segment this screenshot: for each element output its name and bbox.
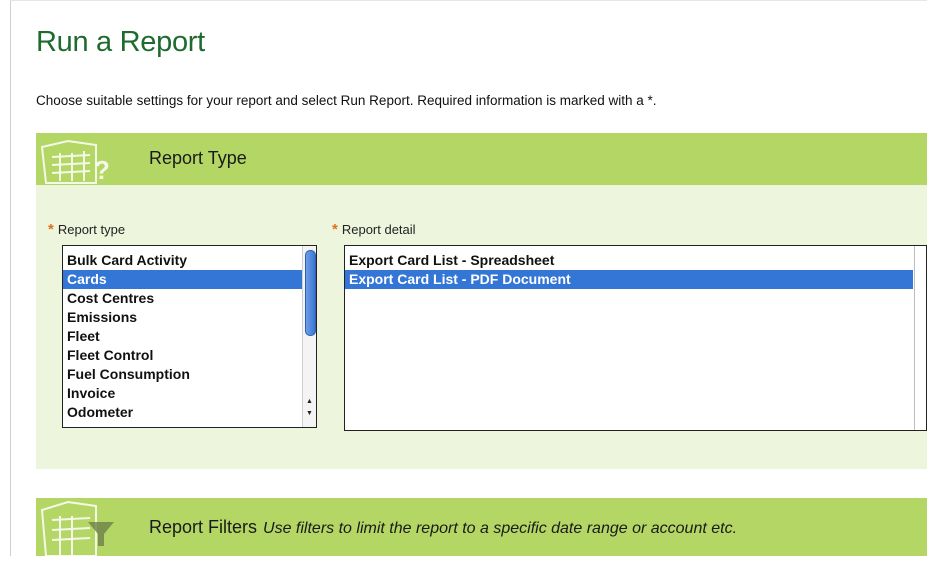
required-marker: * — [48, 221, 54, 238]
report-type-scrollbar[interactable]: ▲ ▼ — [302, 246, 316, 427]
list-option[interactable]: Emissions — [63, 308, 316, 327]
report-detail-options: Export Card List - Spreadsheet Export Car… — [345, 251, 913, 289]
required-marker: * — [332, 221, 338, 238]
report-type-header: ? Report Type — [36, 133, 927, 185]
report-type-heading: Report Type — [149, 148, 247, 168]
scroll-up-arrow-icon[interactable]: ▲ — [303, 396, 316, 407]
spreadsheet-question-icon: ? — [38, 139, 116, 185]
report-filters-heading: Report Filters — [149, 517, 258, 537]
report-filters-header: Report Filters Use filters to limit the r… — [36, 498, 927, 557]
list-option[interactable]: Fleet Control — [63, 346, 316, 365]
scrollbar-thumb[interactable] — [305, 250, 316, 336]
svg-text:?: ? — [94, 155, 110, 185]
report-filters-heading-line: Report Filters Use filters to limit the r… — [149, 517, 737, 538]
list-option[interactable]: Invoice — [63, 384, 316, 403]
list-option[interactable]: Fuel Consumption — [63, 365, 316, 384]
list-option[interactable]: Cards — [63, 270, 316, 289]
list-option[interactable]: Export Card List - PDF Document — [345, 270, 913, 289]
spreadsheet-filter-icon — [38, 498, 116, 557]
report-type-options: Bulk Card Activity Cards Cost Centres Emiss… — [63, 251, 316, 422]
list-option[interactable]: Odometer — [63, 403, 316, 422]
scroll-down-arrow-icon[interactable]: ▼ — [303, 408, 316, 419]
report-filters-note: Use filters to limit the report to a spe… — [263, 520, 738, 537]
list-option[interactable]: Fleet — [63, 327, 316, 346]
report-detail-label: * Report detail — [332, 221, 416, 238]
report-type-label: * Report type — [48, 221, 125, 238]
intro-text: Choose suitable settings for your report… — [36, 93, 657, 108]
window-top-edge — [10, 0, 927, 9]
report-type-listbox[interactable]: Bulk Card Activity Cards Cost Centres Emiss… — [62, 245, 317, 428]
report-type-label-text: Report type — [57, 222, 126, 237]
page-title: Run a Report — [36, 26, 205, 58]
list-option[interactable]: Bulk Card Activity — [63, 251, 316, 270]
report-detail-scroll-edge — [914, 246, 915, 430]
window-edge — [0, 0, 11, 556]
list-option[interactable]: Export Card List - Spreadsheet — [345, 251, 913, 270]
report-detail-label-text: Report detail — [341, 222, 416, 237]
list-option[interactable]: Cost Centres — [63, 289, 316, 308]
report-detail-listbox[interactable]: Export Card List - Spreadsheet Export Car… — [344, 245, 927, 431]
